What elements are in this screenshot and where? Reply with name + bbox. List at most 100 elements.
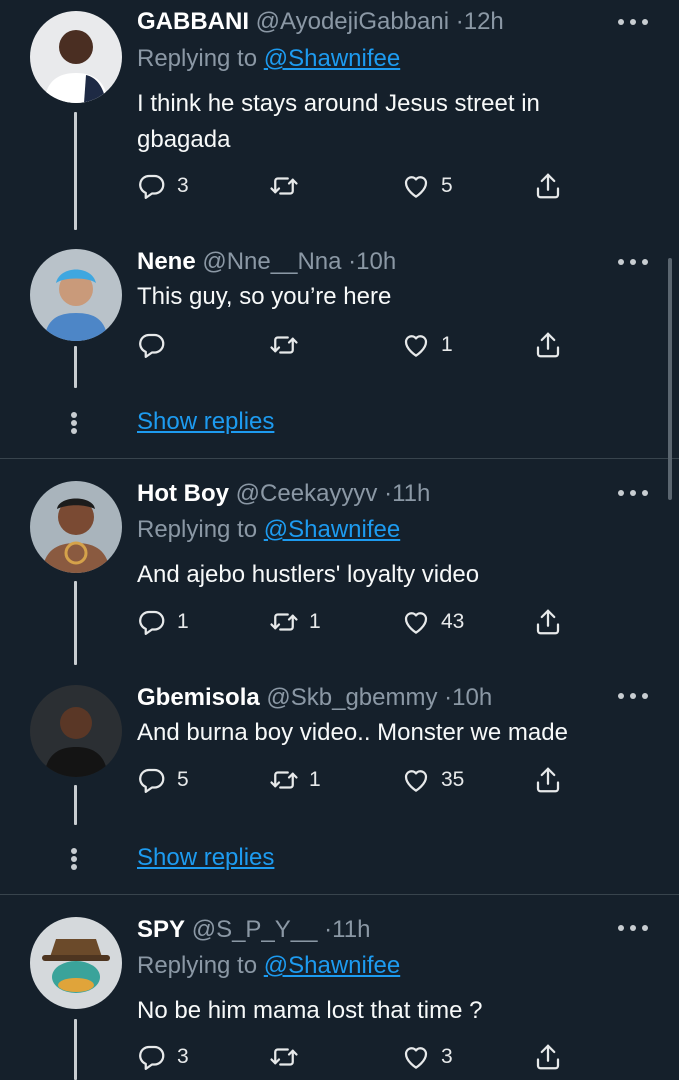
avatar[interactable] <box>30 917 122 1009</box>
like-count: 5 <box>441 174 453 197</box>
avatar[interactable] <box>30 249 122 341</box>
tweet-text: And burna boy video.. Monster we made <box>137 719 568 746</box>
author-handle[interactable]: @Skb_gbemmy <box>266 684 437 711</box>
reply-button[interactable]: 1 <box>137 606 189 638</box>
action-bar: 3 3 <box>137 1041 577 1073</box>
timestamp[interactable]: 11h <box>332 916 370 943</box>
mention-link[interactable]: @Shawnifee <box>264 952 400 979</box>
mention-link[interactable]: @Shawnifee <box>264 45 400 72</box>
separator-dot: · <box>384 480 393 507</box>
retweet-icon <box>269 607 299 637</box>
replying-to: Replying to @Shawnifee <box>137 516 400 544</box>
timestamp[interactable]: 10h <box>452 684 492 711</box>
reply-button[interactable] <box>137 329 177 361</box>
separator-dot: · <box>324 916 333 943</box>
retweet-count: 1 <box>309 768 321 791</box>
thread-line <box>74 785 77 825</box>
share-button[interactable] <box>533 1041 563 1073</box>
retweet-button[interactable]: 1 <box>269 606 321 638</box>
author-name[interactable]: GABBANI <box>137 8 249 35</box>
retweet-count: 1 <box>309 610 321 633</box>
timestamp[interactable]: 10h <box>356 248 396 275</box>
separator-dot: · <box>455 8 464 35</box>
show-replies-link[interactable]: Show replies <box>137 408 274 436</box>
author-handle[interactable]: @Ceekayyyv <box>236 480 378 507</box>
share-icon <box>533 765 563 795</box>
reply-count: 5 <box>177 768 189 791</box>
share-button[interactable] <box>533 329 563 361</box>
more-options-icon[interactable] <box>618 690 648 702</box>
timestamp[interactable]: 12h <box>464 8 504 35</box>
timestamp[interactable]: 11h <box>392 480 430 507</box>
mention-link[interactable]: @Shawnifee <box>264 516 400 543</box>
reply-button[interactable]: 5 <box>137 764 189 796</box>
author-name[interactable]: Nene <box>137 248 196 275</box>
action-bar: 1 1 43 <box>137 606 577 638</box>
show-replies-link[interactable]: Show replies <box>137 844 274 872</box>
retweet-button[interactable]: 1 <box>269 764 321 796</box>
thread-line <box>74 581 77 665</box>
more-options-icon[interactable] <box>618 487 648 499</box>
reply-count: 3 <box>177 174 189 197</box>
avatar[interactable] <box>30 11 122 103</box>
tweet-spy[interactable]: SPY @S_P_Y__ ·11h Replying to @Shawnifee… <box>0 895 679 1080</box>
replying-prefix: Replying to <box>137 516 258 543</box>
like-button[interactable]: 5 <box>401 170 453 202</box>
tweet-nene[interactable]: Nene @Nne__Nna ·10h This guy, so you’re … <box>0 230 679 458</box>
tweet-text: This guy, so you’re here <box>137 283 392 310</box>
avatar[interactable] <box>30 685 122 777</box>
more-options-icon[interactable] <box>618 922 648 934</box>
share-button[interactable] <box>533 764 563 796</box>
scrollbar[interactable] <box>668 258 672 500</box>
author-name[interactable]: SPY <box>137 916 185 943</box>
more-options-icon[interactable] <box>618 256 648 268</box>
retweet-button[interactable] <box>269 1041 309 1073</box>
like-count: 1 <box>441 333 453 356</box>
more-options-icon[interactable] <box>618 16 648 28</box>
tweet-text: And ajebo hustlers' loyalty video <box>137 561 480 588</box>
retweet-icon <box>269 330 299 360</box>
retweet-button[interactable] <box>269 170 309 202</box>
thread-line <box>74 1019 77 1080</box>
author-name[interactable]: Gbemisola <box>137 684 260 711</box>
like-button[interactable]: 3 <box>401 1041 453 1073</box>
retweet-icon <box>269 1042 299 1072</box>
reply-button[interactable]: 3 <box>137 170 189 202</box>
tweet-header: Nene @Nne__Nna ·10h <box>137 248 396 276</box>
heart-icon <box>401 330 431 360</box>
tweet-gabbani[interactable]: GABBANI @AyodejiGabbani ·12h Replying to… <box>0 0 679 230</box>
retweet-button[interactable] <box>269 329 309 361</box>
share-button[interactable] <box>533 170 563 202</box>
heart-icon <box>401 1042 431 1072</box>
tweet-gbemisola[interactable]: Gbemisola @Skb_gbemmy ·10h And burna boy… <box>0 665 679 894</box>
action-bar: 1 <box>137 329 577 361</box>
action-bar: 5 1 35 <box>137 764 577 796</box>
reply-icon <box>137 607 167 637</box>
author-name[interactable]: Hot Boy <box>137 480 229 507</box>
reply-count: 1 <box>177 610 189 633</box>
like-button[interactable]: 1 <box>401 329 453 361</box>
reply-icon <box>137 330 167 360</box>
heart-icon <box>401 171 431 201</box>
like-count: 43 <box>441 610 465 633</box>
tweet-hot-boy[interactable]: Hot Boy @Ceekayyyv ·11h Replying to @Sha… <box>0 459 679 665</box>
author-handle[interactable]: @AyodejiGabbani <box>256 8 449 35</box>
share-icon <box>533 1042 563 1072</box>
heart-icon <box>401 765 431 795</box>
tweet-header: Hot Boy @Ceekayyyv ·11h <box>137 480 430 508</box>
like-count: 3 <box>441 1045 453 1068</box>
like-button[interactable]: 43 <box>401 606 464 638</box>
tweet-text: I think he stays around Jesus street in … <box>137 90 540 153</box>
share-icon <box>533 330 563 360</box>
share-button[interactable] <box>533 606 563 638</box>
tweet-header: SPY @S_P_Y__ ·11h <box>137 916 370 944</box>
reply-icon <box>137 765 167 795</box>
replying-to: Replying to @Shawnifee <box>137 45 400 73</box>
author-handle[interactable]: @S_P_Y__ <box>192 916 318 943</box>
tweet-header: GABBANI @AyodejiGabbani ·12h <box>137 8 504 36</box>
tweet-header: Gbemisola @Skb_gbemmy ·10h <box>137 684 492 712</box>
author-handle[interactable]: @Nne__Nna <box>202 248 341 275</box>
like-button[interactable]: 35 <box>401 764 464 796</box>
avatar[interactable] <box>30 481 122 573</box>
reply-button[interactable]: 3 <box>137 1041 189 1073</box>
